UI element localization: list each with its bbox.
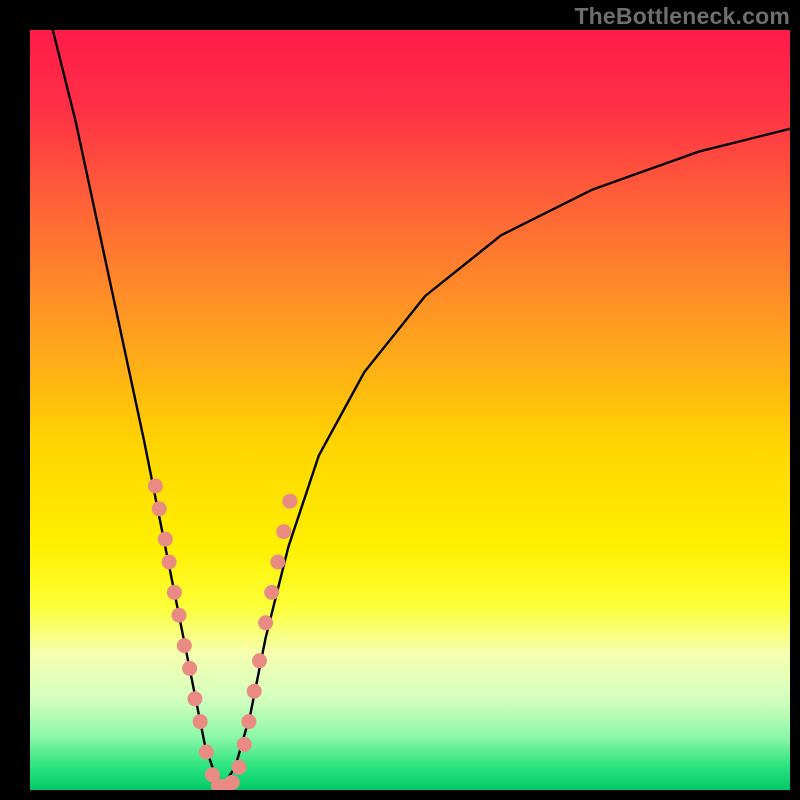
watermark-text: TheBottleneck.com <box>574 3 790 30</box>
highlight-dot <box>252 653 267 668</box>
chart-frame: TheBottleneck.com <box>0 0 800 800</box>
bottleneck-curve <box>53 30 790 790</box>
highlight-dot <box>270 555 285 570</box>
highlight-dot <box>225 775 240 790</box>
highlight-dot <box>187 691 202 706</box>
highlight-dot <box>193 714 208 729</box>
highlight-dot <box>282 494 297 509</box>
highlight-dot <box>232 760 247 775</box>
plot-area <box>30 30 790 790</box>
highlight-dot <box>162 555 177 570</box>
highlight-dot <box>152 501 167 516</box>
chart-svg <box>30 30 790 790</box>
highlight-dot <box>172 608 187 623</box>
highlight-dot <box>247 684 262 699</box>
highlight-dot <box>241 714 256 729</box>
highlight-dot <box>182 661 197 676</box>
highlight-dot <box>167 585 182 600</box>
highlight-dot <box>276 524 291 539</box>
highlight-dot <box>158 532 173 547</box>
highlight-dot <box>148 479 163 494</box>
highlight-dot <box>199 745 214 760</box>
highlight-dot <box>177 638 192 653</box>
highlight-dot <box>264 585 279 600</box>
highlight-dot <box>258 615 273 630</box>
highlight-dot <box>237 737 252 752</box>
